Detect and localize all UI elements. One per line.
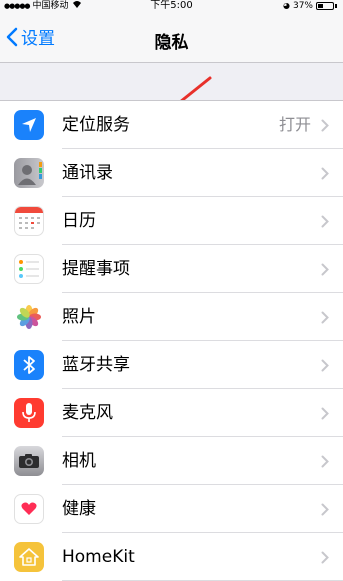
status-right: ◕ 37% — [283, 0, 337, 12]
list-item-value: 打开 — [278, 115, 311, 134]
navigation-bar: 设置 隐私 — [0, 14, 343, 63]
list-item-bluetooth-sharing[interactable]: 蓝牙共享 — [0, 341, 343, 389]
page-title: 隐私 — [154, 33, 189, 53]
list-item-microphone[interactable]: 麦克风 — [0, 389, 343, 437]
contacts-icon — [14, 158, 44, 188]
chevron-right-icon — [321, 407, 329, 420]
list-item-camera[interactable]: 相机 — [0, 437, 343, 485]
calendar-icon — [14, 206, 44, 236]
list-item-calendar[interactable]: 日历 — [0, 197, 343, 245]
list-item-health[interactable]: 健康 — [0, 485, 343, 533]
status-bar: ●●●●● 中国移动 下午5:00 ◕ 37% — [0, 0, 343, 14]
chevron-right-icon — [321, 455, 329, 468]
list-item-label: 定位服务 — [62, 115, 130, 135]
health-heart-icon — [14, 494, 44, 524]
list-item-photos[interactable]: 照片 — [0, 293, 343, 341]
list-item-label: 日历 — [62, 211, 96, 231]
list-item-label: 通讯录 — [62, 163, 113, 183]
homekit-icon — [14, 542, 44, 572]
battery-fill — [318, 4, 323, 8]
chevron-right-icon — [321, 215, 329, 228]
photos-icon — [14, 302, 44, 332]
rotation-lock-icon: ◕ — [283, 1, 290, 10]
privacy-list: 定位服务 打开 通讯录 日历 提醒事项 照片 蓝牙共享 麦克风 相机 健康 Ho… — [0, 100, 343, 581]
battery-icon — [316, 2, 334, 10]
list-item-label: 提醒事项 — [62, 259, 130, 279]
battery-nub — [335, 4, 337, 8]
list-item-label: 蓝牙共享 — [62, 355, 130, 375]
chevron-right-icon — [321, 119, 329, 132]
list-item-location-services[interactable]: 定位服务 打开 — [0, 101, 343, 149]
list-item-label: 健康 — [62, 499, 96, 519]
list-item-label: 麦克风 — [62, 403, 113, 423]
bluetooth-icon — [14, 350, 44, 380]
chevron-right-icon — [321, 167, 329, 180]
chevron-right-icon — [321, 359, 329, 372]
list-item-label: 照片 — [62, 307, 96, 327]
chevron-right-icon — [321, 311, 329, 324]
camera-icon — [14, 446, 44, 476]
reminders-icon — [14, 254, 44, 284]
battery-percent: 37% — [292, 1, 313, 11]
microphone-icon — [14, 398, 44, 428]
chevron-right-icon — [321, 503, 329, 516]
chevron-right-icon — [321, 263, 329, 276]
list-item-contacts[interactable]: 通讯录 — [0, 149, 343, 197]
list-item-reminders[interactable]: 提醒事项 — [0, 245, 343, 293]
chevron-right-icon — [321, 551, 329, 564]
location-arrow-icon — [14, 110, 44, 140]
list-item-label: 相机 — [62, 451, 96, 471]
